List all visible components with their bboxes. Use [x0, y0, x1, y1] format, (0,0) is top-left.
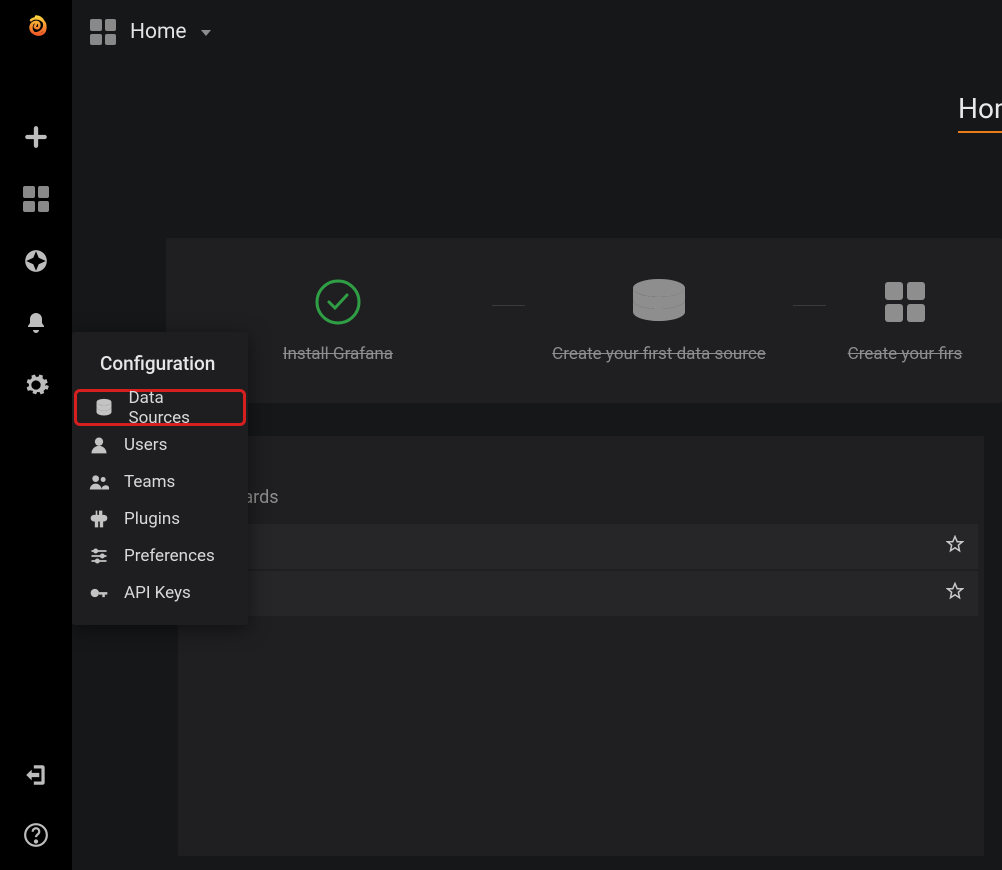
flyout-title: Configuration — [72, 342, 248, 389]
side-rail — [0, 0, 72, 870]
welcome-step-label: Install Grafana — [283, 344, 393, 364]
header-bar: Home — [72, 0, 1002, 64]
flyout-item-label: Data Sources — [128, 388, 227, 428]
dashboard-row[interactable]: oard — [184, 571, 978, 616]
dashboard-title-cutoff: Home Da — [958, 92, 1002, 133]
star-icon[interactable] — [946, 582, 964, 605]
flyout-item-label: Preferences — [124, 546, 215, 566]
welcome-step-label: Create your first data source — [552, 344, 766, 364]
flyout-item-datasources[interactable]: Data Sources — [74, 389, 246, 426]
explore-icon[interactable] — [21, 246, 51, 276]
check-circle-icon — [314, 278, 362, 326]
configuration-flyout: Configuration Data Sources Users Teams P… — [72, 332, 248, 625]
breadcrumb-home[interactable]: Home — [90, 19, 211, 45]
configuration-gear-icon[interactable] — [21, 370, 51, 400]
chevron-down-icon — [201, 30, 211, 36]
dashboard-grid-icon — [885, 278, 925, 326]
flyout-item-label: Plugins — [124, 509, 180, 529]
sliders-icon — [88, 545, 110, 567]
welcome-step-datasource[interactable]: Create your first data source — [529, 278, 789, 364]
flyout-item-plugins[interactable]: Plugins — [72, 500, 248, 537]
star-icon[interactable] — [946, 535, 964, 558]
flyout-item-teams[interactable]: Teams — [72, 463, 248, 500]
welcome-step-dashboard[interactable]: Create your firs — [830, 278, 980, 364]
users-icon — [88, 471, 110, 493]
database-icon — [93, 397, 114, 419]
dashboards-icon[interactable] — [21, 184, 51, 214]
plug-icon — [88, 508, 110, 530]
breadcrumb-title: Home — [130, 20, 187, 44]
flyout-item-preferences[interactable]: Preferences — [72, 537, 248, 574]
flyout-item-apikeys[interactable]: API Keys — [72, 574, 248, 611]
grafana-logo-icon[interactable] — [21, 14, 51, 44]
welcome-steps-panel: Install Grafana Create your first data s… — [166, 238, 1002, 403]
signin-icon[interactable] — [21, 760, 51, 790]
key-icon — [88, 582, 110, 604]
panel-heading-cutoff: s — [178, 450, 984, 487]
step-connector — [492, 305, 525, 306]
flyout-item-users[interactable]: Users — [72, 426, 248, 463]
welcome-step-label: Create your firs — [848, 344, 963, 364]
flyout-item-label: Users — [124, 435, 167, 455]
dashboard-row[interactable]: oard — [184, 524, 978, 569]
dashboards-panel: s ashboards oard oard — [178, 436, 984, 856]
flyout-item-label: API Keys — [124, 583, 191, 603]
help-icon[interactable] — [21, 820, 51, 850]
alerting-bell-icon[interactable] — [21, 308, 51, 338]
dashboard-title-underline — [958, 131, 1002, 133]
database-icon — [631, 278, 687, 326]
panel-subheading-cutoff: ashboards — [178, 487, 984, 524]
user-icon — [88, 434, 110, 456]
create-icon[interactable] — [21, 122, 51, 152]
step-connector — [793, 305, 826, 306]
dashboard-picker-icon — [90, 19, 116, 45]
flyout-item-label: Teams — [124, 472, 175, 492]
